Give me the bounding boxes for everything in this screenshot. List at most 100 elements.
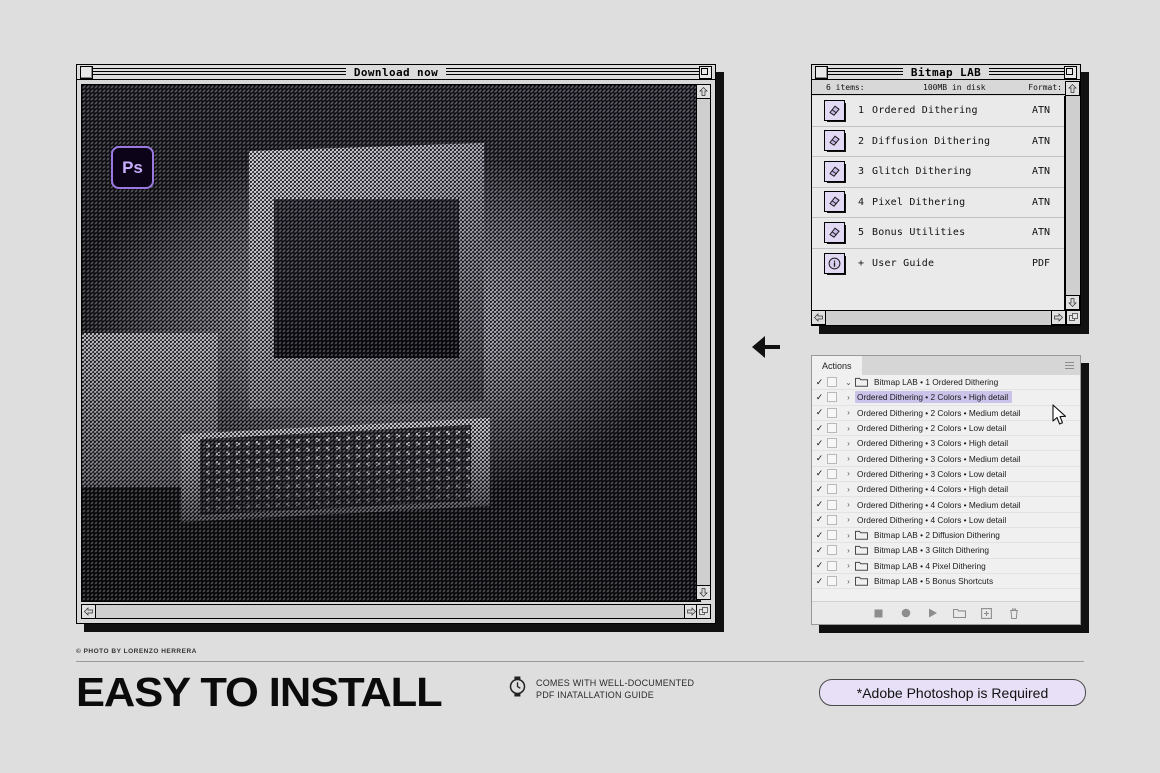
list-item[interactable]: 2 Diffusion Dithering ATN [812,127,1064,157]
bitmap-lab-window[interactable]: Bitmap LAB 6 items: 100MB in disk Format… [811,64,1081,326]
chevron-right-icon[interactable]: › [842,485,855,494]
row-dialog-toggle[interactable] [827,484,837,495]
table-row[interactable]: ✓ › Bitmap LAB • 5 Bonus Shortcuts [812,574,1080,590]
chevron-right-icon[interactable]: › [842,408,855,417]
row-check-toggle[interactable]: ✓ [812,392,827,403]
chevron-right-icon[interactable]: › [842,439,855,448]
row-dialog-toggle[interactable] [827,560,837,571]
list-item[interactable]: 4 Pixel Dithering ATN [812,188,1064,218]
file-name: Bonus Utilities [872,227,966,239]
row-dialog-toggle[interactable] [827,438,837,449]
row-check-toggle[interactable]: ✓ [812,468,827,479]
row-check-toggle[interactable]: ✓ [812,530,827,541]
row-dialog-toggle[interactable] [827,377,837,388]
row-check-toggle[interactable]: ✓ [812,438,827,449]
chevron-right-icon[interactable]: › [842,500,855,509]
scroll-down-button[interactable] [696,585,711,600]
row-check-toggle[interactable]: ✓ [812,499,827,510]
table-row[interactable]: ✓ › Ordered Dithering • 2 Colors • Mediu… [812,406,1080,421]
row-dialog-toggle[interactable] [827,545,837,556]
row-check-toggle[interactable]: ✓ [812,407,827,418]
row-dialog-toggle[interactable] [827,530,837,541]
table-row[interactable]: ✓ › Ordered Dithering • 2 Colors • Low d… [812,421,1080,437]
new-set-folder-icon[interactable] [953,607,966,620]
list-item[interactable]: 5 Bonus Utilities ATN [812,218,1064,249]
scroll-down-button[interactable] [1065,295,1080,310]
finder-vertical-scrollbar[interactable] [1065,81,1080,310]
chevron-right-icon[interactable]: › [842,424,855,433]
row-check-toggle[interactable]: ✓ [812,423,827,434]
row-dialog-toggle[interactable] [827,576,837,586]
scroll-up-button[interactable] [696,84,711,99]
row-dialog-toggle[interactable] [827,499,837,510]
resize-grip-icon[interactable] [696,604,711,619]
close-box-icon[interactable] [815,65,828,79]
scroll-right-button[interactable] [1051,310,1066,325]
table-row[interactable]: ✓ › Bitmap LAB • 4 Pixel Dithering [812,559,1080,574]
row-check-toggle[interactable]: ✓ [812,576,827,587]
row-dialog-toggle[interactable] [827,392,837,403]
watch-icon [508,676,527,702]
actions-footer-toolbar[interactable] [812,601,1080,624]
chevron-right-icon[interactable]: › [842,561,855,570]
table-row[interactable]: ✓ › Ordered Dithering • 3 Colors • Low d… [812,467,1080,483]
row-dialog-toggle[interactable] [827,453,837,464]
download-now-window[interactable]: Download now Ps [76,64,716,624]
table-row[interactable]: ✓ › Ordered Dithering • 4 Colors • High … [812,482,1080,498]
scroll-left-button[interactable] [811,310,826,325]
zoom-box-icon[interactable] [699,65,712,79]
finder-horizontal-scrollbar[interactable] [811,310,1081,325]
row-check-toggle[interactable]: ✓ [812,453,827,464]
scroll-left-button[interactable] [81,604,96,619]
main-vertical-scrollbar[interactable] [696,84,711,600]
tab-actions[interactable]: Actions [812,356,862,375]
record-icon[interactable] [899,607,912,620]
table-row[interactable]: ✓ ⌄ Bitmap LAB • 1 Ordered Dithering [812,375,1080,391]
chevron-right-icon[interactable]: › [842,546,855,555]
row-dialog-toggle[interactable] [827,407,837,418]
row-check-toggle[interactable]: ✓ [812,377,827,388]
main-horizontal-scrollbar[interactable] [81,604,699,619]
chevron-right-icon[interactable]: › [842,577,855,586]
chevron-right-icon[interactable]: › [842,515,855,524]
delete-trash-icon[interactable] [1007,607,1020,620]
row-check-toggle[interactable]: ✓ [812,545,827,556]
chevron-down-icon[interactable]: ⌄ [842,378,855,387]
resize-grip-icon[interactable] [1066,310,1081,325]
row-check-toggle[interactable]: ✓ [812,514,827,525]
table-row[interactable]: ✓ › Ordered Dithering • 4 Colors • Mediu… [812,497,1080,513]
actions-row-list[interactable]: ✓ ⌄ Bitmap LAB • 1 Ordered Dithering ✓ ›… [812,375,1080,602]
panel-menu-icon[interactable] [1065,362,1074,369]
row-dialog-toggle[interactable] [827,423,837,434]
table-row[interactable]: ✓ › Ordered Dithering • 2 Colors • High … [812,390,1080,406]
table-row[interactable]: ✓ › Ordered Dithering • 3 Colors • High … [812,436,1080,452]
chevron-right-icon[interactable]: › [842,454,855,463]
new-action-icon[interactable] [980,607,993,620]
main-window-titlebar[interactable]: Download now [77,65,715,80]
chevron-right-icon[interactable]: › [842,393,855,402]
zoom-box-icon[interactable] [1064,65,1078,79]
play-icon[interactable] [926,607,939,620]
scroll-up-button[interactable] [1065,81,1080,96]
row-dialog-toggle[interactable] [827,468,837,479]
list-item[interactable]: + User Guide PDF [812,249,1064,280]
close-box-icon[interactable] [80,65,93,79]
photo-credit: © PHOTO BY LORENZO HERRERA [76,648,197,655]
row-check-toggle[interactable]: ✓ [812,484,827,495]
table-row[interactable]: ✓ › Ordered Dithering • 4 Colors • Low d… [812,513,1080,528]
list-item[interactable]: 3 Glitch Dithering ATN [812,157,1064,188]
finder-file-list[interactable]: 1 Ordered Dithering ATN 2 Diffusion Dith… [812,96,1065,310]
stop-icon[interactable] [872,607,885,620]
list-item[interactable]: 1 Ordered Dithering ATN [812,96,1064,127]
finder-titlebar[interactable]: Bitmap LAB [812,65,1080,80]
row-dialog-toggle[interactable] [827,514,837,525]
chevron-right-icon[interactable]: › [842,469,855,478]
actions-tab-bar[interactable]: Actions [812,356,1080,375]
chevron-right-icon[interactable]: › [842,531,855,540]
table-row[interactable]: ✓ › Bitmap LAB • 2 Diffusion Dithering [812,528,1080,544]
table-row[interactable]: ✓ › Bitmap LAB • 3 Glitch Dithering [812,543,1080,559]
table-row[interactable]: ✓ › Ordered Dithering • 3 Colors • Mediu… [812,451,1080,467]
arrow-up-icon [699,87,708,96]
row-check-toggle[interactable]: ✓ [812,560,827,571]
actions-panel[interactable]: Actions ✓ ⌄ Bitmap LAB • 1 Ordered Dithe… [811,355,1081,625]
